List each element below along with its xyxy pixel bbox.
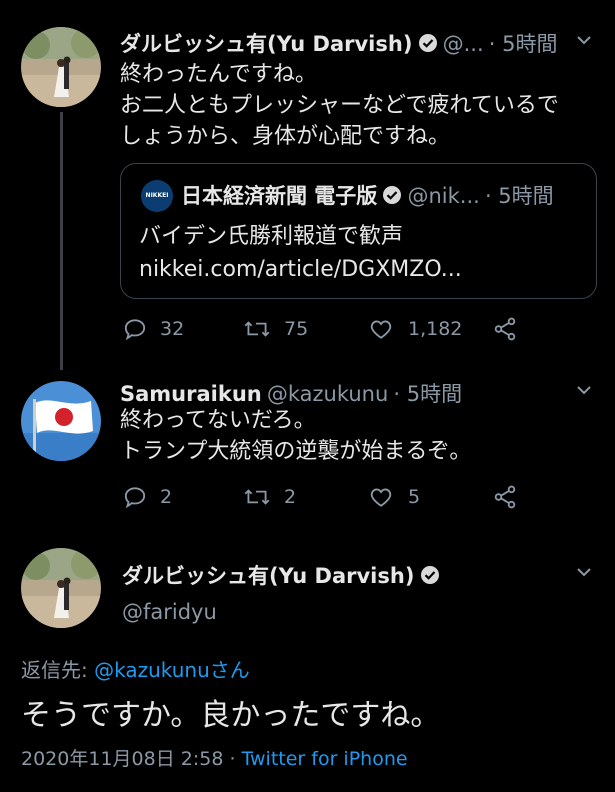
main-author-name[interactable]: ダルビッシュ有(Yu Darvish)	[122, 564, 414, 588]
like-button[interactable]: 1,182	[368, 316, 462, 346]
tweet1-header: ダルビッシュ有(Yu Darvish) @... · 5時間	[120, 28, 600, 58]
tweet2-text-line: トランプ大統領の逆襲が始まるぞ。	[120, 439, 472, 464]
quoted-tweet[interactable]: NIKKEI 日本経済新聞 電子版 @nik... · 5時間 バイデン氏勝利報…	[120, 163, 597, 299]
tweet2-actions: 2 2 5	[120, 480, 580, 514]
avatar-darvish[interactable]	[21, 548, 101, 628]
chevron-down-icon[interactable]	[574, 562, 594, 586]
main-handle[interactable]: @faridyu	[122, 600, 217, 624]
main-tweet-meta: 2020年11月08日 2:58 · Twitter for iPhone	[21, 744, 408, 771]
reply-count: 32	[160, 318, 185, 340]
nikkei-logo: NIKKEI	[141, 180, 173, 212]
share-icon	[494, 485, 516, 509]
retweet-count: 75	[284, 318, 309, 340]
nikkei-logo-text: NIKKEI	[145, 192, 169, 199]
tweet1-text-line: しょうから、身体が心配ですね。	[120, 124, 451, 149]
avatar-darvish[interactable]	[21, 27, 101, 107]
retweet-icon	[244, 489, 270, 505]
retweet-count: 2	[284, 486, 297, 508]
quote-title: バイデン氏勝利報道で歓声	[139, 224, 404, 249]
tweet2-header: Samuraikun @kazukunu · 5時間	[120, 378, 570, 408]
verified-icon	[382, 185, 402, 209]
quote-header: 日本経済新聞 電子版 @nik... · 5時間	[181, 180, 554, 210]
tweet2-time[interactable]: · 5時間	[393, 382, 462, 406]
tweet2-author-name[interactable]: Samuraikun	[120, 382, 262, 406]
tweet1-text: 終わったんですね。 お二人ともプレッシャーなどで疲れているで しょうから、身体が…	[120, 59, 600, 152]
chevron-down-icon[interactable]	[574, 380, 594, 404]
retweet-button[interactable]: 75	[242, 316, 308, 346]
tweet2-text: 終わってないだろ。 トランプ大統領の逆襲が始まるぞ。	[120, 405, 600, 467]
tweet1-handle[interactable]: @...	[443, 32, 484, 56]
thread-line	[60, 112, 63, 370]
retweet-icon	[244, 321, 270, 337]
reply-button[interactable]: 2	[122, 484, 172, 514]
reply-to-link[interactable]: @kazukunuさん	[94, 658, 250, 682]
share-icon	[494, 317, 516, 341]
quote-handle: @nik...	[407, 184, 480, 208]
reply-count: 2	[160, 486, 173, 508]
main-tweet-text: そうですか。良かったですね。	[21, 698, 441, 733]
tweet1-text-line: 終わったんですね。	[120, 62, 317, 87]
reply-prefix: 返信先:	[21, 658, 95, 682]
reply-icon	[124, 319, 146, 341]
like-count: 1,182	[408, 318, 463, 340]
avatar-samuraikun[interactable]	[21, 381, 101, 461]
like-button[interactable]: 5	[368, 484, 420, 514]
chevron-down-icon[interactable]	[574, 30, 594, 54]
like-icon	[370, 488, 392, 507]
retweet-button[interactable]: 2	[242, 484, 296, 514]
like-icon	[370, 320, 392, 339]
tweet1-actions: 32 75 1,182	[120, 312, 580, 346]
reply-button[interactable]: 32	[122, 316, 184, 346]
share-button[interactable]	[492, 316, 518, 346]
quote-link: nikkei.com/article/DGXMZO...	[139, 257, 462, 282]
share-button[interactable]	[492, 484, 518, 514]
verified-icon	[420, 565, 440, 589]
tweet2-text-line: 終わってないだろ。	[120, 408, 316, 433]
main-tweet-header: ダルビッシュ有(Yu Darvish)	[122, 560, 440, 590]
reply-to-line: 返信先: @kazukunuさん	[21, 654, 250, 683]
timestamp[interactable]: 2020年11月08日 2:58	[21, 748, 223, 770]
meta-separator: ·	[223, 748, 242, 770]
tweet1-time[interactable]: · 5時間	[489, 32, 558, 56]
reply-icon	[124, 487, 146, 509]
quote-author-name: 日本経済新聞 電子版	[181, 184, 378, 208]
verified-icon	[418, 33, 438, 57]
tweet2-handle[interactable]: @kazukunu	[267, 382, 388, 406]
tweet1-author-name[interactable]: ダルビッシュ有(Yu Darvish)	[120, 32, 412, 56]
client-link[interactable]: Twitter for iPhone	[242, 748, 408, 770]
tweet1-text-line: お二人ともプレッシャーなどで疲れているで	[120, 93, 559, 118]
like-count: 5	[408, 486, 421, 508]
quote-time: · 5時間	[484, 184, 554, 208]
